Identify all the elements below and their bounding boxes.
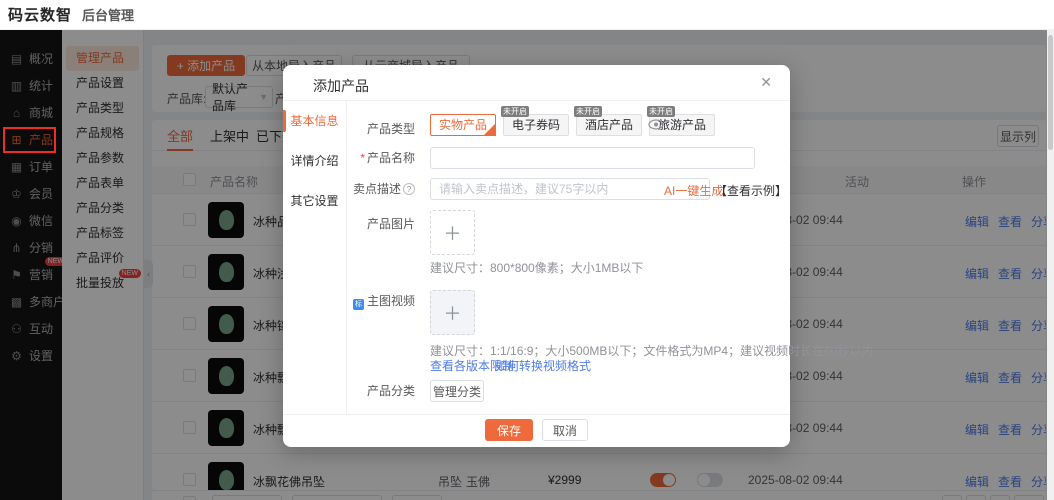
modal-header: 添加产品 ✕ bbox=[283, 65, 790, 101]
selling-point-label: 卖点描述? bbox=[345, 178, 415, 200]
modal-tab-1[interactable]: 基本信息 bbox=[283, 101, 346, 141]
check-icon: ✓ bbox=[488, 117, 495, 137]
app-logo: 码云数智 bbox=[8, 4, 72, 25]
question-icon[interactable]: ? bbox=[403, 183, 415, 195]
product-name-label: *产品名称 bbox=[345, 147, 415, 169]
product-type-option-2[interactable]: 电子券码未开启 bbox=[503, 114, 569, 136]
disabled-badge: 未开启 bbox=[574, 106, 602, 117]
modal-title: 添加产品 bbox=[313, 76, 369, 96]
main-video-label: 标主图视频 bbox=[345, 290, 415, 312]
cancel-button[interactable]: 取消 bbox=[542, 419, 588, 441]
modal-tab-2[interactable]: 详情介绍 bbox=[283, 141, 346, 181]
manage-category-button[interactable]: 管理分类 bbox=[430, 380, 484, 402]
page-scrollbar[interactable] bbox=[1047, 30, 1054, 500]
scrollbar-thumb[interactable] bbox=[1048, 35, 1053, 150]
save-button[interactable]: 保存 bbox=[485, 419, 533, 441]
topbar: 码云数智 后台管理 bbox=[0, 0, 1054, 30]
product-type-options: 实物产品✓电子券码未开启酒店产品未开启旅游产品未开启 bbox=[430, 114, 715, 136]
product-type-option-3[interactable]: 酒店产品未开启 bbox=[576, 114, 642, 136]
product-type-option-1[interactable]: 实物产品✓ bbox=[430, 114, 496, 136]
modal-footer-divider bbox=[283, 414, 790, 415]
view-example-link[interactable]: 【查看示例】 bbox=[715, 182, 787, 199]
product-image-label: 产品图片 bbox=[345, 213, 415, 235]
modal-tab-column: 基本信息详情介绍其它设置 bbox=[283, 101, 347, 414]
add-product-modal: 添加产品 ✕ 基本信息详情介绍其它设置 产品类型 实物产品✓ 电子券码未开启酒店产… bbox=[283, 65, 790, 447]
eye-icon[interactable] bbox=[648, 119, 664, 133]
topbar-subtitle: 后台管理 bbox=[82, 5, 134, 24]
disabled-badge: 未开启 bbox=[647, 106, 675, 117]
product-name-input[interactable] bbox=[430, 147, 755, 169]
version-badge-icon: 标 bbox=[353, 299, 364, 310]
required-asterisk: * bbox=[360, 151, 365, 165]
image-upload-box[interactable]: ＋ bbox=[430, 210, 475, 255]
modal-tab-3[interactable]: 其它设置 bbox=[283, 181, 346, 221]
convert-format-link[interactable]: 如何转换视频格式 bbox=[495, 357, 591, 374]
app-window: 码云数智 后台管理 ▤概况▥统计⌂商城⊞产品▦订单♔会员◉微信⋔分销⚑营销NEW… bbox=[0, 0, 1054, 500]
disabled-badge: 未开启 bbox=[501, 106, 529, 117]
video-upload-box[interactable]: ＋ bbox=[430, 290, 475, 335]
image-hint: 建议尺寸：800*800像素；大小1MB以下 bbox=[430, 259, 643, 276]
close-icon[interactable]: ✕ bbox=[760, 74, 772, 91]
product-category-label: 产品分类 bbox=[345, 380, 415, 402]
product-type-label: 产品类型 bbox=[345, 118, 415, 140]
